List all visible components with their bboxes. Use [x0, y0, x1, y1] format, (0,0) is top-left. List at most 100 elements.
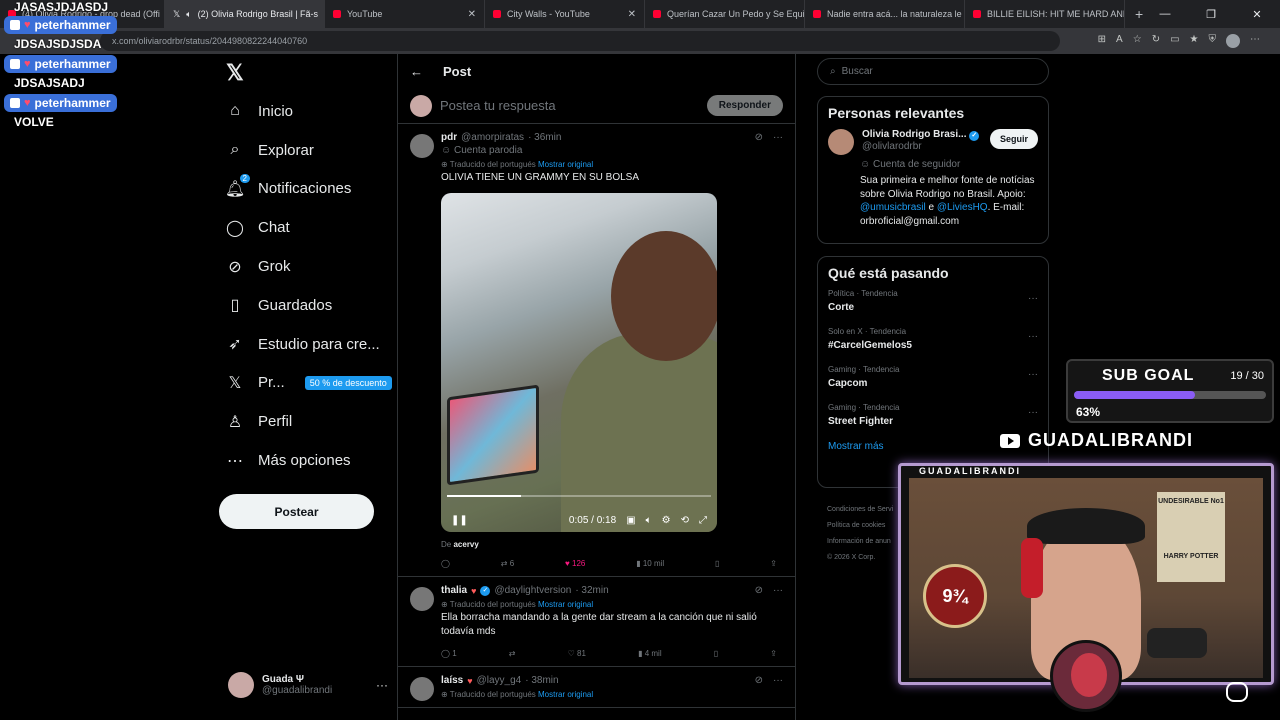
search-input[interactable]: ⌕ Buscar — [817, 58, 1049, 85]
url-field[interactable]: x.com/oliviarodrbr/status/20449808222440… — [100, 31, 1060, 51]
grok-icon[interactable]: ⊘ — [755, 585, 763, 596]
trend-item[interactable]: Política · Tendencia Corte ··· — [828, 289, 1038, 313]
footer-link[interactable]: Política de cookies — [827, 518, 907, 534]
browser-profile-avatar[interactable] — [1226, 34, 1240, 48]
tweet[interactable]: laíss ♥ @layy_g4 · 38min ⊘ ··· ⊕ Traducid… — [398, 667, 795, 708]
volume-icon[interactable]: 🔈︎ — [646, 515, 652, 526]
avatar[interactable] — [410, 134, 434, 158]
browser-tab-active[interactable]: 𝕏🔈︎(2) Olivia Rodrigo Brasil | Fã-s✕ — [165, 0, 325, 28]
tweet-author-handle[interactable]: @daylightversion — [494, 585, 571, 596]
tweet[interactable]: thalia ♥ ✓ @daylightversion · 32min ⊘ ···… — [398, 577, 795, 667]
browser-tab[interactable]: City Walls - YouTube ✕ — [485, 0, 645, 28]
more-icon[interactable]: ··· — [1028, 293, 1038, 304]
tweet-author-name[interactable]: thalia — [441, 585, 467, 596]
mention-link[interactable]: @LiviesHQ — [937, 202, 988, 213]
like-action[interactable]: ♥ 126 — [565, 559, 585, 568]
grok-icon[interactable]: ⊘ — [755, 132, 763, 143]
nav-item-pr[interactable]: 𝕏 Pr... 50 % de descuento — [226, 364, 396, 403]
grok-icon[interactable]: ⊘ — [755, 675, 763, 686]
avatar[interactable] — [410, 677, 434, 701]
views-action[interactable]: ▮ 4 mil — [638, 649, 662, 658]
back-arrow-icon[interactable]: ← — [410, 64, 423, 79]
pause-icon[interactable]: ❚❚ — [451, 515, 468, 526]
close-window-icon[interactable]: ✕ — [1234, 8, 1280, 21]
favorites-icon[interactable]: ★ — [1190, 34, 1199, 48]
nav-item-guardados[interactable]: ▯ Guardados — [226, 286, 396, 325]
browser-tab[interactable]: BILLIE EILISH: HIT ME HARD AND✕ — [965, 0, 1125, 28]
profile-handle[interactable]: @olivlarodrbr — [862, 141, 979, 152]
more-icon[interactable]: ··· — [376, 678, 388, 692]
follow-button[interactable]: Seguir — [989, 129, 1038, 149]
tweet-author-name[interactable]: laíss — [441, 675, 463, 686]
reply-action[interactable]: ◯ — [441, 559, 450, 568]
refresh-icon[interactable]: ↻ — [1152, 34, 1160, 48]
settings-icon[interactable]: ⚙ — [662, 515, 671, 526]
browser-menu-icon[interactable]: ⋯ — [1250, 34, 1260, 48]
favorite-star-icon[interactable]: ☆ — [1133, 34, 1142, 48]
profile-name[interactable]: Olivia Rodrigo Brasi... ✓ — [862, 129, 980, 141]
nav-item-chat[interactable]: ◯ Chat — [226, 208, 396, 247]
tweet-author-name[interactable]: pdr — [441, 132, 457, 143]
retweet-action[interactable]: ⇄ — [509, 649, 516, 658]
close-tab-icon[interactable]: ✕ — [468, 9, 476, 20]
browser-tab[interactable]: YouTube ✕ — [325, 0, 485, 28]
maximize-icon[interactable]: ❐ — [1188, 8, 1234, 21]
tweet-time[interactable]: · 38min — [525, 675, 558, 686]
nav-item-inicio[interactable]: ⌂ Inicio — [226, 92, 396, 131]
video-player[interactable]: ❚❚ 0:05 / 0:18 ▣ 🔈︎ ⚙ ⟲ ⤢ — [441, 193, 717, 532]
tweet-time[interactable]: · 32min — [575, 585, 608, 596]
close-tab-icon[interactable]: ✕ — [628, 9, 636, 20]
post-button[interactable]: Postear — [219, 494, 374, 529]
views-action[interactable]: ▮ 10 mil — [636, 559, 664, 568]
tweet-time[interactable]: · 36min — [528, 132, 561, 143]
share-icon[interactable]: ⇪ — [770, 559, 777, 568]
fullscreen-icon[interactable]: ⤢ — [699, 515, 707, 526]
reply-action[interactable]: ◯ 1 — [441, 649, 457, 658]
bookmark-icon[interactable]: ▯ — [714, 649, 718, 658]
avatar[interactable] — [410, 587, 434, 611]
install-icon[interactable]: ⊞ — [1098, 34, 1106, 48]
tweet-author-handle[interactable]: @layy_g4 — [477, 675, 522, 686]
share-icon[interactable]: ⇪ — [770, 649, 777, 658]
more-icon[interactable]: ··· — [1028, 407, 1038, 418]
more-icon[interactable]: ··· — [1028, 369, 1038, 380]
avatar[interactable] — [828, 129, 854, 155]
browser-tab[interactable]: Querían Cazar Un Pedo y Se Equiv✕ — [645, 0, 805, 28]
show-original-link[interactable]: Mostrar original — [538, 600, 593, 609]
like-action[interactable]: ♡ 81 — [568, 649, 586, 658]
bookmark-icon[interactable]: ▯ — [715, 559, 719, 568]
tweet[interactable]: pdr @amorpiratas · 36min ⊘ ··· ☺ Cuenta p… — [398, 124, 795, 577]
video-source-user[interactable]: acervy — [453, 540, 478, 549]
nav-item-m-s-opciones[interactable]: ⋯ Más opciones — [226, 441, 396, 480]
show-original-link[interactable]: Mostrar original — [538, 160, 593, 169]
account-switcher[interactable]: Guada Ψ @guadalibrandi ··· — [228, 672, 388, 698]
loop-icon[interactable]: ⟲ — [681, 515, 689, 526]
show-original-link[interactable]: Mostrar original — [538, 690, 593, 699]
tweet-author-handle[interactable]: @amorpiratas — [461, 132, 524, 143]
nav-item-grok[interactable]: ⊘ Grok — [226, 247, 396, 286]
x-logo-icon[interactable]: 𝕏 — [226, 60, 244, 86]
minimize-icon[interactable]: — — [1142, 8, 1188, 20]
retweet-action[interactable]: ⇄ 6 — [501, 559, 514, 568]
read-aloud-icon[interactable]: A — [1116, 34, 1123, 48]
mention-link[interactable]: @umusicbrasil — [860, 202, 926, 213]
premium-discount-badge[interactable]: 50 % de descuento — [304, 375, 392, 390]
more-icon[interactable]: ··· — [1028, 331, 1038, 342]
more-icon[interactable]: ··· — [773, 585, 783, 596]
nav-item-explorar[interactable]: ⌕ Explorar — [226, 131, 396, 170]
more-icon[interactable]: ··· — [773, 132, 783, 143]
nav-item-perfil[interactable]: ♙ Perfil — [226, 402, 396, 441]
trend-item[interactable]: Gaming · Tendencia Capcom ··· — [828, 365, 1038, 389]
browser-tab[interactable]: Nadie entra acá... la naturaleza le✕ — [805, 0, 965, 28]
trend-item[interactable]: Gaming · Tendencia Street Fighter ··· — [828, 403, 1038, 427]
chat-bubble-icon[interactable] — [1226, 682, 1248, 702]
reply-input[interactable]: Postea tu respuesta — [440, 98, 556, 113]
captions-icon[interactable]: ▣ — [626, 515, 635, 526]
split-icon[interactable]: ▭ — [1170, 34, 1179, 48]
trend-item[interactable]: Solo en X · Tendencia #CarcelGemelos5 ··· — [828, 327, 1038, 351]
footer-link[interactable]: Condiciones de Servi — [827, 502, 907, 518]
video-progress-bar[interactable] — [447, 495, 711, 497]
more-icon[interactable]: ··· — [773, 675, 783, 686]
shield-icon[interactable]: ⛨ — [1209, 34, 1217, 48]
footer-link[interactable]: Información de anun — [827, 534, 907, 550]
